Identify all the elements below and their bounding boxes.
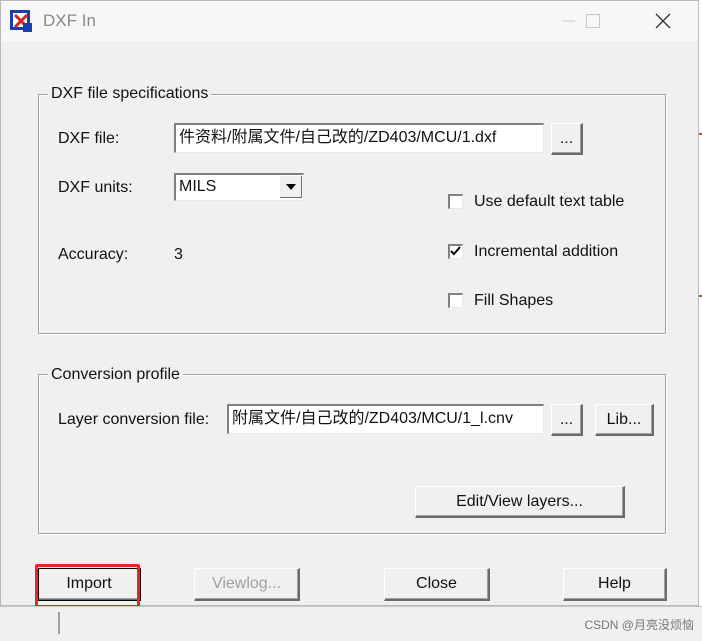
import-highlight-annotation (35, 564, 140, 608)
dxf-file-label: DXF file: (58, 130, 120, 147)
dropdown-button[interactable] (280, 176, 302, 198)
title-bar[interactable]: DXF In (1, 1, 698, 41)
close-window-button[interactable] (643, 7, 683, 35)
close-button[interactable]: Close (384, 568, 490, 601)
dxf-units-value: MILS (179, 178, 217, 195)
group-legend: Conversion profile (48, 366, 183, 384)
chevron-down-icon (285, 183, 296, 190)
window-title: DXF In (43, 11, 96, 30)
help-button[interactable]: Help (563, 568, 667, 601)
dxf-file-input[interactable]: 件资料/附属文件/自己改的/ZD403/MCU/1.dxf (174, 123, 544, 153)
watermark: CSDN @月亮没烦恼 (584, 618, 694, 632)
accuracy-value: 3 (174, 246, 183, 263)
dxf-units-select[interactable]: MILS (174, 173, 304, 201)
group-legend: DXF file specifications (48, 85, 212, 103)
use-default-text-table-checkbox[interactable] (448, 194, 463, 209)
dxf-in-dialog: DXF In DXF file specifications DXF file:… (0, 0, 699, 606)
fill-shapes-checkbox[interactable] (448, 293, 463, 308)
maximize-icon (586, 14, 600, 28)
layer-file-browse-button[interactable]: ... (551, 404, 583, 436)
checkmark-icon (450, 246, 461, 256)
dxf-file-browse-button[interactable]: ... (551, 123, 583, 155)
dxf-units-label: DXF units: (58, 179, 133, 196)
status-bar-divider (58, 612, 60, 634)
layer-conversion-file-value: 附属文件/自己改的/ZD403/MCU/1_l.cnv (232, 410, 513, 427)
close-icon (655, 13, 671, 29)
use-default-text-table-label[interactable]: Use default text table (474, 193, 624, 211)
viewlog-button: Viewlog... (194, 568, 300, 601)
maximize-button[interactable] (573, 7, 613, 35)
app-icon (10, 10, 32, 32)
incremental-addition-label[interactable]: Incremental addition (474, 243, 618, 261)
dxf-file-value: 件资料/附属文件/自己改的/ZD403/MCU/1.dxf (179, 129, 497, 146)
layer-conversion-file-label: Layer conversion file: (58, 411, 210, 428)
lib-button[interactable]: Lib... (595, 404, 654, 436)
layer-conversion-file-input[interactable]: 附属文件/自己改的/ZD403/MCU/1_l.cnv (227, 404, 544, 434)
incremental-addition-checkbox[interactable] (448, 244, 463, 259)
fill-shapes-label[interactable]: Fill Shapes (474, 292, 553, 310)
edit-view-layers-button[interactable]: Edit/View layers... (415, 486, 625, 518)
accuracy-label: Accuracy: (58, 246, 129, 263)
